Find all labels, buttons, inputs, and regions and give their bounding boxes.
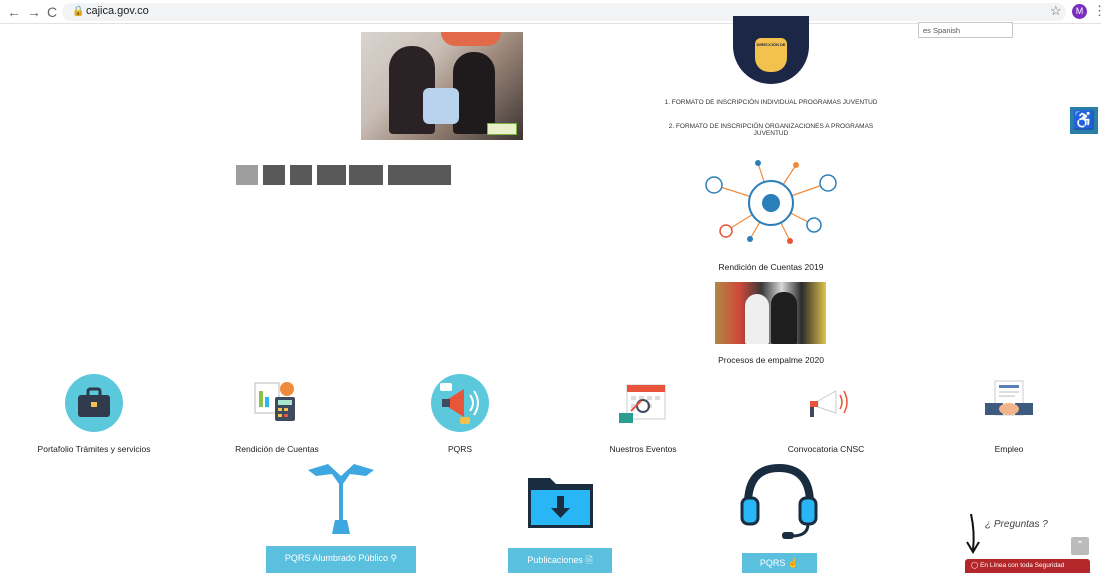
back-icon[interactable]: ← [6, 4, 22, 20]
slider-tab[interactable] [263, 165, 285, 185]
logo-text: DIRECCIÓN DE [756, 42, 786, 47]
reload-icon[interactable]: C [44, 4, 60, 20]
slider-tab[interactable] [317, 165, 346, 185]
lock-icon: 🔒 [72, 6, 85, 17]
icon-label: Portafolio Trámites y servicios [37, 444, 151, 454]
icon-eventos[interactable]: Nuestros Eventos [568, 373, 718, 463]
briefcase-icon [65, 374, 123, 432]
profile-avatar[interactable]: M [1072, 4, 1087, 19]
wheelchair-icon[interactable]: ♿ [1070, 107, 1098, 134]
headset-icon [740, 463, 818, 539]
megaphone-icon [431, 374, 489, 432]
slider-tab[interactable] [290, 165, 312, 185]
icon-rendicion[interactable]: Rendición de Cuentas [202, 373, 352, 463]
pqrs-button[interactable]: PQRS ☝ [742, 553, 817, 573]
caption-empalme-2020[interactable]: Procesos de empalme 2020 [700, 355, 842, 365]
caption-rendicion-2019[interactable]: Rendición de Cuentas 2019 [700, 262, 842, 272]
alumbrado-publico-button[interactable]: PQRS Alumbrado Público ⚲ [266, 546, 416, 573]
photo-element [745, 294, 769, 344]
pointer-hand-icon: ☝ [787, 558, 800, 568]
photo-element [441, 32, 501, 46]
icon-pqrs[interactable]: PQRS [385, 373, 535, 463]
photo-logo [487, 123, 517, 135]
preguntas-label[interactable]: ¿ Preguntas ? [985, 519, 1048, 530]
chat-bubble-icon: ◯ [971, 562, 981, 569]
empalme-photo[interactable] [715, 282, 826, 344]
language-selector[interactable]: es Spanish [918, 22, 1013, 38]
icon-label: PQRS [447, 444, 473, 454]
browser-toolbar: ← → C 🔒 cajica.gov.co ☆ M ⋮ [0, 0, 1101, 24]
calculator-icon [254, 382, 295, 421]
photo-element [423, 88, 459, 124]
forward-icon[interactable]: → [26, 4, 42, 20]
chat-bar[interactable]: ◯ En Línea con toda Seguridad [965, 559, 1090, 573]
photo-element [453, 52, 495, 134]
scroll-top-button[interactable]: ⌃ [1071, 537, 1089, 555]
location-pin-icon: ⚲ [390, 553, 398, 563]
photo-element [771, 292, 797, 344]
icon-label: Empleo [994, 444, 1024, 454]
icon-label: Rendición de Cuentas [235, 444, 319, 454]
bookmark-star-icon[interactable]: ☆ [1050, 3, 1062, 19]
button-label: PQRS [759, 558, 786, 568]
icon-label: Nuestros Eventos [609, 444, 677, 454]
link-formato-individual[interactable]: 1. FORMATO DE INSCRIPCIÓN INDIVIDUAL PRO… [661, 99, 881, 106]
browser-menu-icon[interactable]: ⋮ [1093, 3, 1101, 19]
slider-tab[interactable] [236, 165, 258, 185]
address-bar[interactable]: 🔒 cajica.gov.co [62, 3, 1066, 21]
icon-portafolio[interactable]: Portafolio Trámites y servicios [19, 373, 169, 463]
street-light-icon [308, 464, 374, 534]
arrow-down-icon [966, 513, 980, 554]
calendar-icon [619, 384, 666, 423]
button-label: Publicaciones [527, 555, 583, 565]
handshake-icon [985, 380, 1033, 416]
slider-tab[interactable] [388, 165, 451, 185]
link-formato-organizaciones[interactable]: 2. FORMATO DE INSCRIPCIÓN ORGANIZACIONES… [661, 123, 881, 137]
icon-label: Convocatoria CNSC [787, 444, 865, 454]
slider-tab[interactable] [349, 165, 383, 185]
chat-label: En Línea con toda Seguridad [980, 562, 1065, 569]
network-touch-icon[interactable] [700, 155, 842, 245]
folder-download-icon [528, 478, 593, 528]
announcement-icon [810, 390, 848, 417]
document-icon: 🗎 [585, 555, 593, 565]
juventud-logo[interactable]: DIRECCIÓN DE [733, 16, 809, 84]
icon-empleo[interactable]: Empleo [934, 373, 1084, 463]
news-photo[interactable] [361, 32, 523, 140]
icon-convocatoria[interactable]: Convocatoria CNSC [751, 373, 901, 463]
url-text: cajica.gov.co [86, 5, 149, 17]
button-label: PQRS Alumbrado Público [284, 553, 388, 563]
publicaciones-button[interactable]: Publicaciones 🗎 [508, 548, 612, 573]
